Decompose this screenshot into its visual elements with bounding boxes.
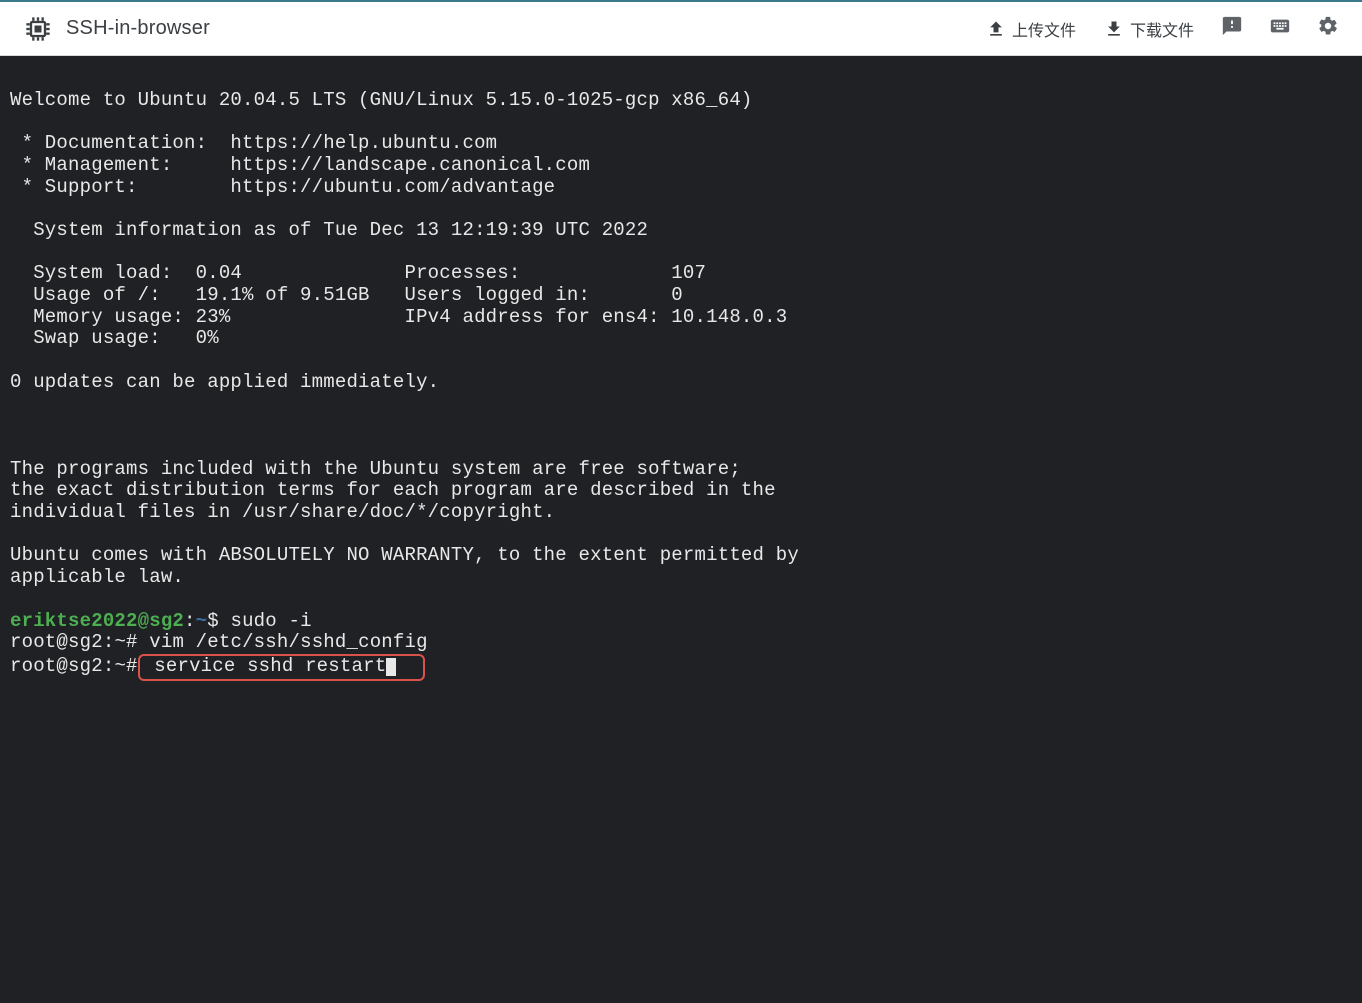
terminal-line: Ubuntu comes with ABSOLUTELY NO WARRANTY… xyxy=(10,544,799,566)
download-icon xyxy=(1104,19,1124,39)
header-bar: SSH-in-browser 上传文件 下载文件 xyxy=(0,2,1362,56)
prompt-symbol: $ xyxy=(207,610,230,632)
prompt-command: sudo -i xyxy=(230,610,311,632)
download-label: 下载文件 xyxy=(1130,17,1194,41)
terminal-line: * Management: https://landscape.canonica… xyxy=(10,154,590,176)
prompt-command: service sshd restart xyxy=(143,655,387,677)
prompt-symbol: # xyxy=(126,631,149,653)
prompt-command: vim /etc/ssh/sshd_config xyxy=(149,631,427,653)
prompt-symbol: # xyxy=(126,655,138,677)
terminal-line: individual files in /usr/share/doc/*/cop… xyxy=(10,501,555,523)
highlighted-command-box: service sshd restart xyxy=(138,654,425,681)
header-left: SSH-in-browser xyxy=(24,15,210,43)
terminal-cursor xyxy=(386,658,396,676)
upload-label: 上传文件 xyxy=(1012,17,1076,41)
terminal-line: applicable law. xyxy=(10,566,184,588)
terminal-line: Usage of /: 19.1% of 9.51GB Users logged… xyxy=(10,284,683,306)
terminal-line: * Support: https://ubuntu.com/advantage xyxy=(10,176,555,198)
prompt-path: ~ xyxy=(114,631,126,653)
terminal-area[interactable]: Welcome to Ubuntu 20.04.5 LTS (GNU/Linux… xyxy=(0,56,1362,693)
prompt-user: root@sg2 xyxy=(10,631,103,653)
terminal-line: 0 updates can be applied immediately. xyxy=(10,371,439,393)
prompt-path: ~ xyxy=(196,610,208,632)
feedback-button[interactable] xyxy=(1212,9,1252,49)
header-right: 上传文件 下载文件 xyxy=(976,9,1348,49)
upload-file-button[interactable]: 上传文件 xyxy=(976,11,1086,47)
terminal-line: System information as of Tue Dec 13 12:1… xyxy=(10,219,648,241)
prompt-user: eriktse2022@sg2 xyxy=(10,610,184,632)
settings-button[interactable] xyxy=(1308,9,1348,49)
prompt-sep: : xyxy=(103,631,115,653)
terminal-line: Swap usage: 0% xyxy=(10,327,219,349)
prompt-user: root@sg2 xyxy=(10,655,103,677)
terminal-line: * Documentation: https://help.ubuntu.com xyxy=(10,132,497,154)
keyboard-button[interactable] xyxy=(1260,9,1300,49)
terminal-line: the exact distribution terms for each pr… xyxy=(10,479,776,501)
terminal-line: The programs included with the Ubuntu sy… xyxy=(10,458,741,480)
prompt-sep: : xyxy=(103,655,115,677)
terminal-line: Welcome to Ubuntu 20.04.5 LTS (GNU/Linux… xyxy=(10,89,753,111)
ssh-chip-icon xyxy=(24,15,52,43)
prompt-sep: : xyxy=(184,610,196,632)
download-file-button[interactable]: 下载文件 xyxy=(1094,11,1204,47)
keyboard-icon xyxy=(1269,15,1291,42)
upload-icon xyxy=(986,19,1006,39)
header-title: SSH-in-browser xyxy=(66,17,210,40)
feedback-icon xyxy=(1221,15,1243,42)
terminal-line: System load: 0.04 Processes: 107 xyxy=(10,262,706,284)
terminal-line: Memory usage: 23% IPv4 address for ens4:… xyxy=(10,306,787,328)
prompt-path: ~ xyxy=(114,655,126,677)
gear-icon xyxy=(1317,15,1339,42)
